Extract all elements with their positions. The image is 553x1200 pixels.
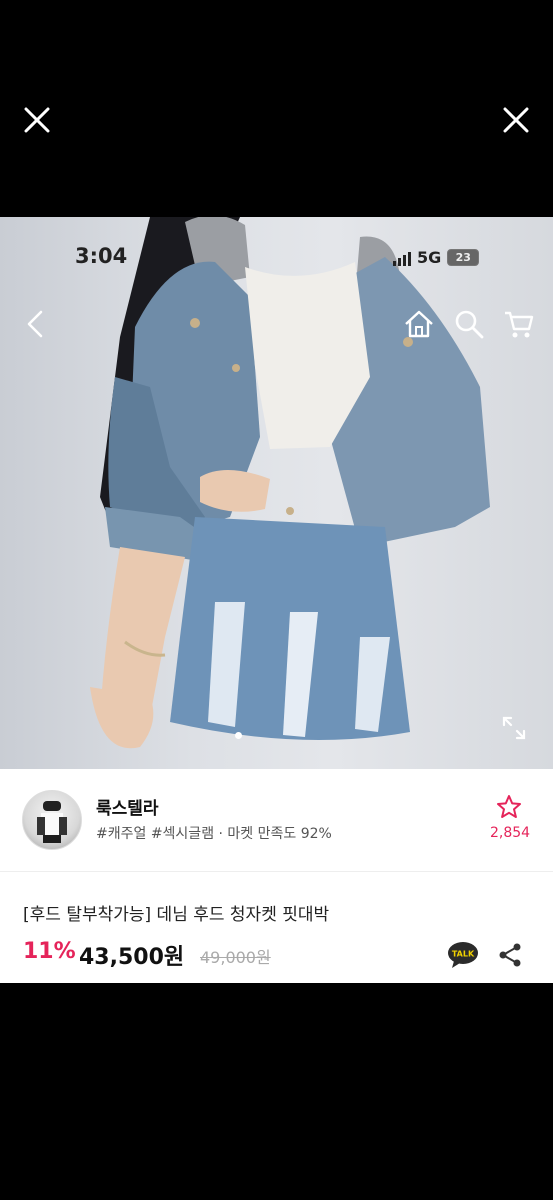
product-photo[interactable]: 3:04 5G 23 (0, 217, 553, 769)
battery-icon: 23 (447, 249, 480, 266)
pagination-dot (235, 732, 242, 739)
favorite-count: 2,854 (490, 825, 531, 841)
shop-avatar[interactable] (22, 790, 82, 850)
home-icon[interactable] (402, 307, 436, 341)
product-title: [후드 탈부착가능] 데님 후드 청자켓 핏대박 (23, 905, 330, 925)
status-bar-right: 5G 23 (393, 248, 480, 267)
back-chevron-icon[interactable] (20, 307, 54, 341)
status-time: 3:04 (75, 244, 128, 268)
discount-rate: 11% (23, 939, 76, 964)
share-icon[interactable] (497, 942, 523, 968)
search-icon[interactable] (452, 307, 486, 341)
close-icon[interactable] (21, 104, 53, 136)
viewer-top-bar (0, 0, 553, 217)
expand-icon[interactable] (500, 714, 528, 742)
cart-icon[interactable] (502, 307, 536, 341)
network-type: 5G (417, 248, 442, 267)
product-info: [후드 탈부착가능] 데님 후드 청자켓 핏대박 11% 43,500원 49,… (0, 872, 553, 983)
sale-price: 43,500원 (79, 945, 185, 970)
shop-info[interactable]: 룩스텔라 #캐주얼 #섹시글램 · 마켓 만족도 92% 2,854 (0, 769, 553, 871)
signal-icon (393, 250, 411, 266)
original-price: 49,000원 (200, 948, 271, 967)
image-pagination-dots (235, 732, 242, 739)
shop-tags: #캐주얼 #섹시글램 · 마켓 만족도 92% (96, 826, 332, 842)
shop-name[interactable]: 룩스텔라 (96, 794, 159, 819)
svg-text:TALK: TALK (452, 950, 475, 959)
viewer-bottom-area (0, 983, 553, 1200)
favorite-star-icon[interactable] (495, 793, 523, 821)
close-icon[interactable] (500, 104, 532, 136)
kakao-talk-icon[interactable]: TALK (447, 941, 479, 969)
